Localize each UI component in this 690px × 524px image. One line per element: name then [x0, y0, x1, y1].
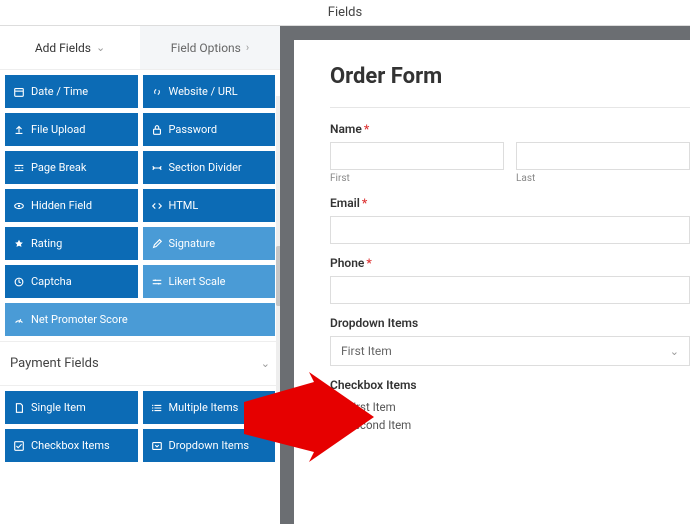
field-label: Checkbox Items — [31, 439, 110, 452]
chevron-down-icon: ⌄ — [670, 345, 679, 358]
field-label: Page Break — [31, 161, 86, 174]
field-label: File Upload — [31, 123, 85, 136]
checkbox-icon — [330, 420, 341, 431]
field-name: Name* First Last — [330, 122, 690, 184]
sublabel-first: First — [330, 173, 504, 184]
form-title: Order Form — [330, 64, 690, 89]
section-title: Payment Fields — [10, 356, 99, 371]
sublabel-last: Last — [516, 173, 690, 184]
tab-field-options[interactable]: Field Options › — [140, 26, 280, 69]
dropdown-value: First Item — [341, 344, 392, 358]
field-phone: Phone* — [330, 256, 690, 304]
divider — [330, 107, 690, 108]
field-net-promoter-score[interactable]: Net Promoter Score — [5, 303, 275, 336]
lock-icon — [151, 124, 163, 136]
tabs: Add Fields ⌄ Field Options › — [0, 26, 280, 70]
page-header: Fields — [0, 0, 690, 26]
field-label: Date / Time — [31, 85, 88, 98]
field-label: Email* — [330, 196, 690, 210]
tab-label: Add Fields — [35, 41, 91, 55]
checkbox-label: Second Item — [347, 418, 411, 432]
field-label: Net Promoter Score — [31, 313, 128, 326]
dropdown-icon — [151, 440, 163, 452]
first-name-input[interactable] — [330, 142, 504, 170]
checkbox-label: First Item — [347, 400, 396, 414]
sidebar: Add Fields ⌄ Field Options › Date / Time… — [0, 26, 280, 524]
tab-label: Field Options — [171, 41, 241, 55]
field-html[interactable]: HTML — [143, 189, 276, 222]
code-icon — [151, 200, 163, 212]
field-label: Dropdown Items — [330, 316, 690, 330]
field-website-url[interactable]: Website / URL — [143, 75, 276, 108]
divider-icon — [151, 162, 163, 174]
phone-input[interactable] — [330, 276, 690, 304]
captcha-icon — [13, 276, 25, 288]
field-hidden-field[interactable]: Hidden Field — [5, 189, 138, 222]
chevron-right-icon: › — [246, 41, 249, 54]
field-label: Captcha — [31, 275, 72, 288]
section-payment-fields[interactable]: Payment Fields ⌄ — [0, 341, 280, 386]
field-label: Multiple Items — [169, 401, 239, 414]
field-email: Email* — [330, 196, 690, 244]
field-label: Single Item — [31, 401, 86, 414]
field-captcha[interactable]: Captcha — [5, 265, 138, 298]
email-input[interactable] — [330, 216, 690, 244]
field-single-item[interactable]: Single Item — [5, 391, 138, 424]
form-preview: Order Form Name* First Last — [294, 40, 690, 524]
field-label: Signature — [169, 237, 216, 250]
header-title: Fields — [328, 5, 362, 20]
eye-icon — [13, 200, 25, 212]
field-label: Dropdown Items — [169, 439, 250, 452]
field-likert-scale[interactable]: Likert Scale — [143, 265, 276, 298]
link-icon — [151, 86, 163, 98]
required-mark: * — [364, 122, 369, 136]
chevron-down-icon: ⌄ — [96, 41, 105, 54]
file-icon — [13, 402, 25, 414]
field-signature[interactable]: Signature — [143, 227, 276, 260]
list-icon — [151, 402, 163, 414]
field-label: Password — [169, 123, 218, 136]
checkbox-item[interactable]: First Item — [330, 398, 690, 416]
fancy-fields-grid: Date / Time Website / URL File Upload Passw… — [0, 70, 280, 341]
payment-fields-grid: Single Item Multiple Items Checkbox Items D… — [0, 386, 280, 467]
scale-icon — [151, 276, 163, 288]
checkbox-icon — [330, 402, 341, 413]
field-label: Phone* — [330, 256, 690, 270]
field-label: HTML — [169, 199, 199, 212]
field-label: Rating — [31, 237, 62, 250]
field-section-divider[interactable]: Section Divider — [143, 151, 276, 184]
field-label: Section Divider — [169, 161, 242, 174]
last-name-input[interactable] — [516, 142, 690, 170]
field-password[interactable]: Password — [143, 113, 276, 146]
field-file-upload[interactable]: File Upload — [5, 113, 138, 146]
tab-add-fields[interactable]: Add Fields ⌄ — [0, 26, 140, 69]
gauge-icon — [13, 314, 25, 326]
checkbox-icon — [13, 440, 25, 452]
field-checkbox-items[interactable]: Checkbox Items — [5, 429, 138, 462]
field-multiple-items[interactable]: Multiple Items — [143, 391, 276, 424]
pen-icon — [151, 238, 163, 250]
chevron-down-icon: ⌄ — [261, 357, 270, 370]
field-dropdown: Dropdown Items First Item ⌄ — [330, 316, 690, 366]
required-mark: * — [362, 196, 367, 210]
field-label: Checkbox Items — [330, 378, 690, 392]
dropdown-select[interactable]: First Item ⌄ — [330, 336, 690, 366]
field-label: Likert Scale — [169, 275, 226, 288]
checkbox-item[interactable]: Second Item — [330, 416, 690, 434]
pagebreak-icon — [13, 162, 25, 174]
field-label: Website / URL — [169, 85, 238, 98]
field-label: Hidden Field — [31, 199, 92, 212]
star-icon — [13, 238, 25, 250]
field-rating[interactable]: Rating — [5, 227, 138, 260]
upload-icon — [13, 124, 25, 136]
field-date-time[interactable]: Date / Time — [5, 75, 138, 108]
field-page-break[interactable]: Page Break — [5, 151, 138, 184]
field-checkbox: Checkbox Items First Item Second Item — [330, 378, 690, 434]
field-label: Name* — [330, 122, 690, 136]
calendar-icon — [13, 86, 25, 98]
preview-wrapper: Order Form Name* First Last — [280, 26, 690, 524]
required-mark: * — [366, 256, 371, 270]
field-dropdown-items[interactable]: Dropdown Items — [143, 429, 276, 462]
